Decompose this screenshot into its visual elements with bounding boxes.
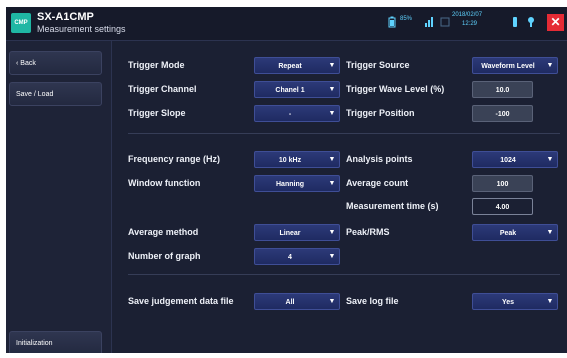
- trigger-channel-dropdown[interactable]: Chanel 1 ▼: [254, 81, 340, 98]
- save-judgement-dropdown[interactable]: All ▼: [254, 293, 340, 310]
- number-of-graph-dropdown[interactable]: 4 ▼: [254, 248, 340, 265]
- app-name: SX-A1CMP: [37, 11, 94, 23]
- page-subtitle: Measurement settings: [37, 24, 126, 34]
- number-of-graph-label: Number of graph: [128, 251, 201, 261]
- peak-rms-value: Peak: [499, 230, 517, 237]
- trigger-source-label: Trigger Source: [346, 60, 410, 70]
- analysis-points-value: 1024: [500, 157, 516, 164]
- peak-rms-label: Peak/RMS: [346, 227, 390, 237]
- chevron-down-icon: ▼: [328, 62, 336, 69]
- trigger-wave-level-label: Trigger Wave Level (%): [346, 84, 445, 94]
- trigger-position-input[interactable]: -100: [472, 105, 533, 122]
- trigger-channel-value: Chanel 1: [275, 87, 305, 94]
- settings-panel: Trigger Mode Repeat ▼ Trigger Source Wav…: [112, 41, 567, 353]
- average-method-label: Average method: [128, 227, 199, 237]
- chevron-down-icon: ▼: [328, 86, 336, 93]
- save-log-value: Yes: [501, 299, 515, 306]
- chevron-down-icon: ▼: [328, 156, 336, 163]
- battery-percent: 85%: [400, 16, 413, 22]
- app-frame: CMP SX-A1CMP Measurement settings 85% 20…: [0, 0, 567, 358]
- trigger-slope-dropdown[interactable]: - ▼: [254, 105, 340, 122]
- window-function-dropdown[interactable]: Hanning ▼: [254, 175, 340, 192]
- chevron-down-icon: ▼: [546, 156, 554, 163]
- frequency-range-dropdown[interactable]: 10 kHz ▼: [254, 151, 340, 168]
- trigger-wave-level-input[interactable]: 10.0: [472, 81, 533, 98]
- measurement-time-label: Measurement time (s): [346, 201, 439, 211]
- trigger-mode-value: Repeat: [278, 63, 302, 70]
- battery-icon: [388, 16, 396, 28]
- initialization-label: Initialization: [16, 340, 53, 347]
- chevron-down-icon: ▼: [328, 229, 336, 236]
- trigger-position-label: Trigger Position: [346, 108, 415, 118]
- sidebar: ‹ Back Save / Load Initialization: [6, 41, 112, 353]
- signal-icon: [425, 17, 433, 27]
- close-icon: ✕: [550, 15, 561, 29]
- chevron-down-icon: ▼: [328, 110, 336, 117]
- average-method-dropdown[interactable]: Linear ▼: [254, 224, 340, 241]
- trigger-mode-label: Trigger Mode: [128, 60, 185, 70]
- chevron-down-icon: ▼: [328, 180, 336, 187]
- initialization-button[interactable]: Initialization: [9, 331, 102, 353]
- save-log-label: Save log file: [346, 296, 399, 306]
- device-icon: [513, 17, 517, 27]
- trigger-channel-label: Trigger Channel: [128, 84, 197, 94]
- average-count-input[interactable]: 100: [472, 175, 533, 192]
- section-divider: [128, 133, 560, 134]
- peak-rms-dropdown[interactable]: Peak ▼: [472, 224, 558, 241]
- time-text: 12:29: [462, 21, 478, 27]
- chevron-down-icon: ▼: [546, 298, 554, 305]
- chevron-down-icon: ▼: [328, 253, 336, 260]
- back-button[interactable]: ‹ Back: [9, 51, 102, 75]
- save-judgement-label: Save judgement data file: [128, 296, 234, 306]
- trigger-mode-dropdown[interactable]: Repeat ▼: [254, 57, 340, 74]
- storage-icon: [440, 17, 450, 27]
- chevron-down-icon: ▼: [546, 229, 554, 236]
- measurement-time-value: 4.00: [472, 198, 533, 215]
- device-screen: CMP SX-A1CMP Measurement settings 85% 20…: [6, 7, 567, 353]
- frequency-range-label: Frequency range (Hz): [128, 154, 221, 164]
- title-bar: CMP SX-A1CMP Measurement settings 85% 20…: [6, 7, 567, 41]
- date-text: 2018/02/07: [452, 12, 483, 18]
- save-load-button[interactable]: Save / Load: [9, 82, 102, 106]
- window-function-label: Window function: [128, 178, 201, 188]
- trigger-source-value: Waveform Level: [481, 63, 535, 70]
- average-method-value: Linear: [279, 230, 301, 237]
- chevron-down-icon: ▼: [546, 62, 554, 69]
- trigger-slope-label: Trigger Slope: [128, 108, 186, 118]
- save-load-label: Save / Load: [16, 91, 54, 98]
- back-label: Back: [20, 60, 36, 67]
- app-logo: CMP: [11, 13, 31, 33]
- probe-icon: [528, 17, 534, 27]
- chevron-down-icon: ▼: [328, 298, 336, 305]
- section-divider: [128, 274, 560, 275]
- trigger-source-dropdown[interactable]: Waveform Level ▼: [472, 57, 558, 74]
- trigger-slope-value: -: [288, 111, 292, 118]
- analysis-points-dropdown[interactable]: 1024 ▼: [472, 151, 558, 168]
- number-of-graph-value: 4: [288, 254, 292, 261]
- frequency-range-value: 10 kHz: [278, 157, 302, 164]
- save-judgement-value: All: [285, 299, 295, 306]
- analysis-points-label: Analysis points: [346, 154, 413, 164]
- average-count-label: Average count: [346, 178, 409, 188]
- save-log-dropdown[interactable]: Yes ▼: [472, 293, 558, 310]
- window-function-value: Hanning: [276, 181, 304, 188]
- chevron-left-icon: ‹: [16, 60, 19, 67]
- close-button[interactable]: ✕: [547, 14, 564, 31]
